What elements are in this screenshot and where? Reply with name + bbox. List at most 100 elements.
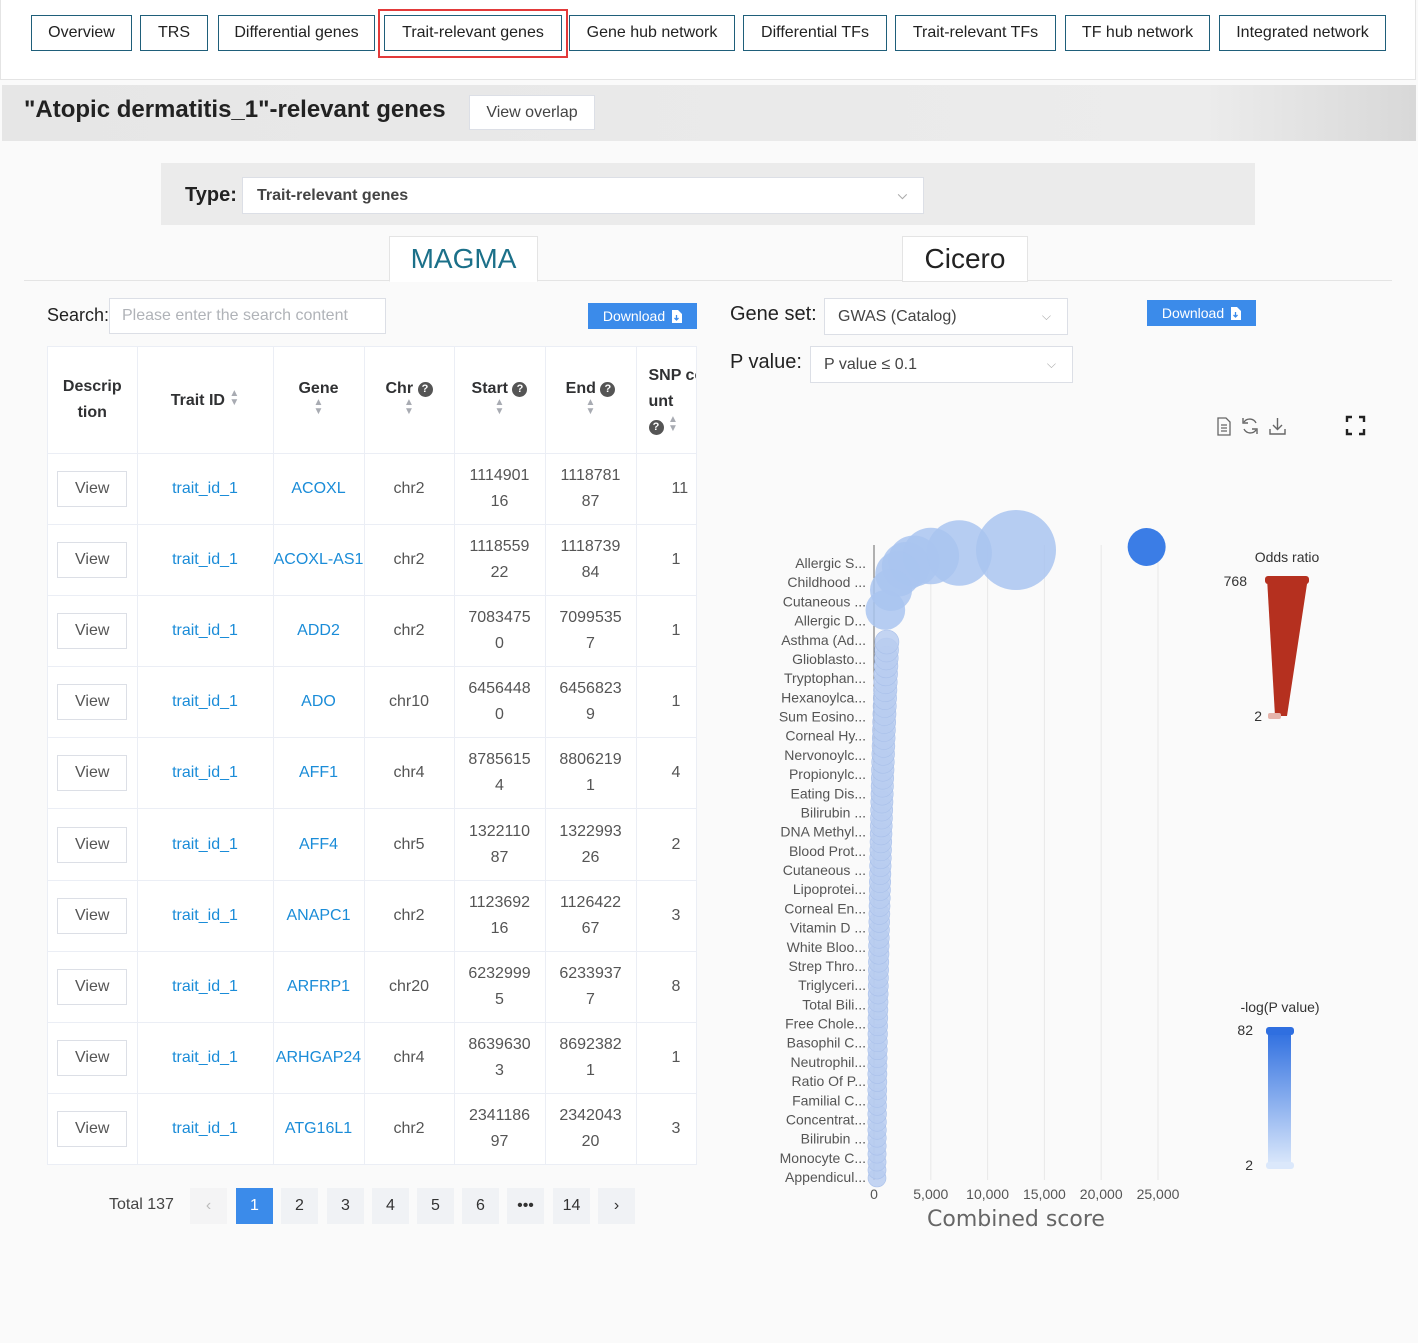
start-cell: 8639630 3 xyxy=(454,1022,546,1095)
col-end[interactable]: End ? ▲ ▼ xyxy=(545,347,637,454)
tab-magma[interactable]: MAGMA xyxy=(389,236,538,282)
data-point[interactable] xyxy=(1127,528,1166,566)
help-icon[interactable]: ? xyxy=(600,382,616,398)
gene-link[interactable]: ACOXL-AS1 xyxy=(274,551,363,568)
trait-id-link[interactable]: trait_id_1 xyxy=(172,764,238,781)
gene-link[interactable]: ARHGAP24 xyxy=(276,1049,361,1066)
start-cell: 1322110 87 xyxy=(454,808,546,881)
col-description: Description xyxy=(48,347,138,454)
trait-id-link[interactable]: trait_id_1 xyxy=(172,1120,238,1137)
y-category-label: Basophil C... xyxy=(787,1035,866,1051)
nav-tab-differential-tfs[interactable]: Differential TFs xyxy=(743,15,887,51)
view-button[interactable]: View xyxy=(57,1040,128,1077)
trait-id-link[interactable]: trait_id_1 xyxy=(172,551,238,568)
gene-link[interactable]: AFF4 xyxy=(299,836,338,853)
help-icon[interactable]: ? xyxy=(512,382,528,398)
table-download-button[interactable]: Download xyxy=(588,303,697,329)
odds-legend-handle[interactable] xyxy=(1265,576,1309,584)
sort-icon[interactable]: ▲ ▼ xyxy=(495,398,505,417)
trait-id-link[interactable]: trait_id_1 xyxy=(172,907,238,924)
view-button[interactable]: View xyxy=(57,541,128,578)
col-gene[interactable]: Gene ▲ ▼ xyxy=(273,347,365,454)
gene-link[interactable]: ATG16L1 xyxy=(285,1120,352,1137)
trait-id-link[interactable]: trait_id_1 xyxy=(172,622,238,639)
chr-cell: chr2 xyxy=(364,453,455,525)
y-category-label: Familial C... xyxy=(792,1092,866,1108)
col-snp-count[interactable]: SNP count? ▲▼ xyxy=(636,347,696,454)
nav-tab-trait-relevant-tfs[interactable]: Trait-relevant TFs xyxy=(895,15,1056,51)
gene-link[interactable]: ARFRP1 xyxy=(287,978,350,995)
view-overlap-button[interactable]: View overlap xyxy=(469,95,595,130)
y-category-label: Neutrophil... xyxy=(791,1054,866,1070)
next-page-button[interactable]: › xyxy=(598,1188,635,1224)
trait-id-link[interactable]: trait_id_1 xyxy=(172,480,238,497)
nav-tab-integrated-network[interactable]: Integrated network xyxy=(1219,15,1386,51)
nav-tab-gene-hub-network[interactable]: Gene hub network xyxy=(569,15,735,51)
more-pages-button[interactable]: ••• xyxy=(507,1188,544,1224)
page-1-button[interactable]: 1 xyxy=(236,1188,273,1224)
gene-link[interactable]: ADD2 xyxy=(297,622,340,639)
start-value: 1118559 22 xyxy=(469,537,530,581)
y-category-label: Hexanoylca... xyxy=(781,689,866,705)
view-button[interactable]: View xyxy=(57,470,128,507)
data-point[interactable] xyxy=(865,590,906,630)
download-label: Download xyxy=(1161,305,1225,321)
page-2-button[interactable]: 2 xyxy=(281,1188,318,1224)
type-label: Type: xyxy=(185,184,237,206)
help-icon[interactable]: ? xyxy=(648,420,664,436)
view-button[interactable]: View xyxy=(57,968,128,1005)
genes-table: Description Trait ID ▲ ▼ Gene ▲ ▼ Chr ? ▲ ▼ S… xyxy=(47,346,697,1165)
trait-id-link[interactable]: trait_id_1 xyxy=(172,836,238,853)
sort-icon[interactable]: ▲ ▼ xyxy=(668,415,678,434)
gene-link[interactable]: ANAPC1 xyxy=(286,907,350,924)
gene-cell: ARHGAP24 xyxy=(273,1022,365,1095)
gene-link[interactable]: ACOXL xyxy=(291,480,345,497)
tab-cicero[interactable]: Cicero xyxy=(902,236,1028,282)
odds-legend-handle[interactable] xyxy=(1268,713,1281,719)
sort-icon[interactable]: ▲ ▼ xyxy=(404,398,414,417)
chart-download-button[interactable]: Download xyxy=(1147,300,1256,326)
start-cell: 2341186 97 xyxy=(454,1093,546,1164)
nav-tab-overview[interactable]: Overview xyxy=(31,15,132,51)
table-row: View trait_id_1 ANAPC1 chr2 1123692 16 1126422… xyxy=(48,880,696,952)
nav-tab-tf-hub-network[interactable]: TF hub network xyxy=(1065,15,1210,51)
gene-set-label: Gene set: xyxy=(730,303,817,325)
trait-id-link[interactable]: trait_id_1 xyxy=(172,693,238,710)
view-button[interactable]: View xyxy=(57,1111,128,1148)
pvalue-legend-handle[interactable] xyxy=(1266,1162,1294,1169)
view-button[interactable]: View xyxy=(57,897,128,934)
nav-tab-trs[interactable]: TRS xyxy=(140,15,208,51)
search-input[interactable] xyxy=(109,298,386,334)
end-value: 2342043 20 xyxy=(559,1107,622,1151)
pvalue-legend-handle[interactable] xyxy=(1266,1027,1294,1035)
page-3-button[interactable]: 3 xyxy=(327,1188,364,1224)
page-5-button[interactable]: 5 xyxy=(417,1188,454,1224)
help-icon[interactable]: ? xyxy=(417,382,433,398)
sort-icon[interactable]: ▲ ▼ xyxy=(586,398,596,417)
gene-set-select[interactable]: GWAS (Catalog) ⌵ xyxy=(824,298,1068,335)
view-button[interactable]: View xyxy=(57,684,128,721)
col-chr[interactable]: Chr ? ▲ ▼ xyxy=(364,347,455,454)
end-cell: 1118781 87 xyxy=(545,453,637,525)
pvalue-select[interactable]: P value ≤ 0.1 ⌵ xyxy=(810,346,1073,383)
nav-tab-differential-genes[interactable]: Differential genes xyxy=(218,15,375,51)
sort-icon[interactable]: ▲ ▼ xyxy=(314,398,324,417)
col-start[interactable]: Start ? ▲ ▼ xyxy=(454,347,546,454)
gene-link[interactable]: ADO xyxy=(301,693,336,710)
prev-page-button[interactable]: ‹ xyxy=(190,1188,227,1224)
trait-id-link[interactable]: trait_id_1 xyxy=(172,1049,238,1066)
trait-id-link[interactable]: trait_id_1 xyxy=(172,978,238,995)
page-6-button[interactable]: 6 xyxy=(462,1188,499,1224)
start-value: 8639630 3 xyxy=(468,1036,531,1080)
page-14-button[interactable]: 14 xyxy=(553,1188,590,1224)
page-4-button[interactable]: 4 xyxy=(372,1188,409,1224)
view-button[interactable]: View xyxy=(57,826,128,863)
col-trait-id[interactable]: Trait ID ▲ ▼ xyxy=(137,347,274,454)
data-point[interactable] xyxy=(874,629,900,655)
sort-icon[interactable]: ▲ ▼ xyxy=(229,389,239,408)
view-button[interactable]: View xyxy=(57,755,128,792)
end-value: 1126422 67 xyxy=(559,893,622,937)
view-button[interactable]: View xyxy=(57,612,128,649)
gene-link[interactable]: AFF1 xyxy=(299,764,338,781)
type-select[interactable]: Trait-relevant genes ⌵ xyxy=(242,177,924,214)
